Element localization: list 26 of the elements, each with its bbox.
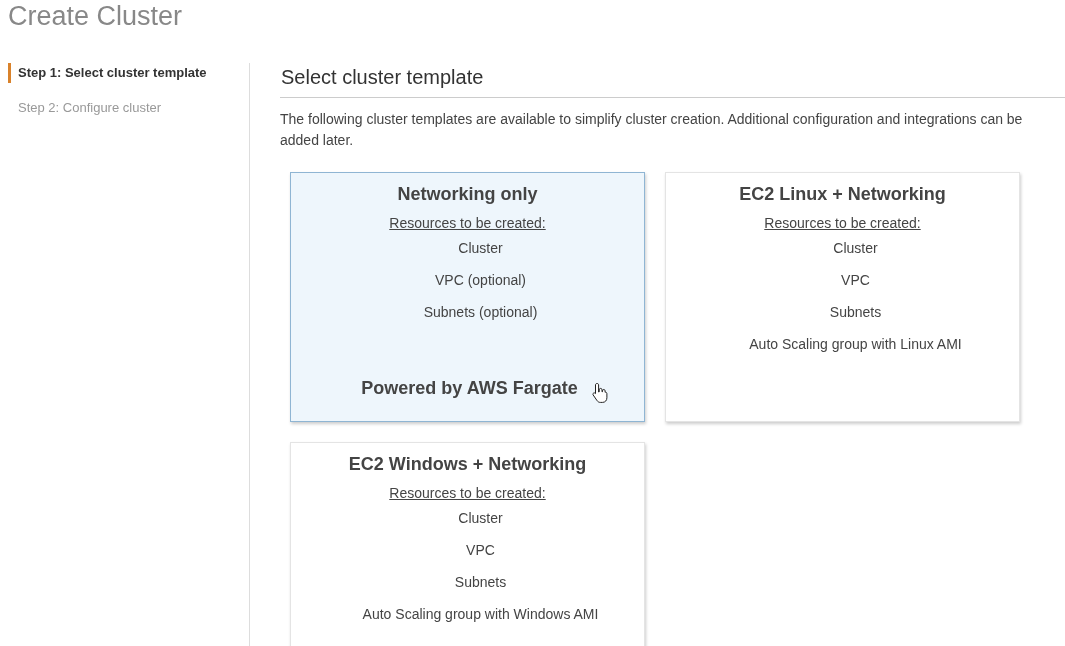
resources-label: Resources to be created: [764,215,921,231]
page-title: Create Cluster [7,0,184,33]
card-title: Networking only [397,184,538,206]
card-title: EC2 Windows + Networking [348,454,587,476]
resource-item: Cluster [457,240,503,258]
resources-label: Resources to be created: [389,485,546,501]
resources-label: Resources to be created: [389,215,546,231]
resource-item: Cluster [457,510,503,528]
resource-item: Subnets (optional) [422,304,538,322]
section-heading: Select cluster template [280,63,1065,98]
powered-by-text: Powered by AWS Fargate [361,378,578,399]
template-card[interactable]: EC2 Linux + Networking Resources to be created: Cluster VPC Subnets Auto Scaling group with Linux AMI [665,172,1020,422]
wizard-step[interactable]: Step 1: Select cluster template [8,63,207,83]
template-card[interactable]: EC2 Windows + Networking Resources to be created: Cluster VPC Subnets Auto Scaling group with Windows AMI [290,442,645,646]
resource-item: Auto Scaling group with Windows AMI [361,606,599,624]
resource-item: Subnets [453,574,507,592]
card-title: EC2 Linux + Networking [739,184,946,206]
resource-item: VPC [465,542,495,560]
resource-item: Auto Scaling group with Linux AMI [748,336,962,354]
description-text: The following cluster templates are available to simplify cluster creation. Additional configuration and integrations can be added later. [280,110,1024,150]
template-card[interactable]: Networking only Resources to be created: Cluster VPC (optional) Subnets (optional) Powered by AWS Fargate [290,172,645,422]
resource-item: VPC [840,272,870,290]
resource-item: VPC (optional) [433,272,526,290]
resource-item: Subnets [828,304,882,322]
resource-item: Cluster [832,240,878,258]
hand-cursor-icon [591,382,608,404]
